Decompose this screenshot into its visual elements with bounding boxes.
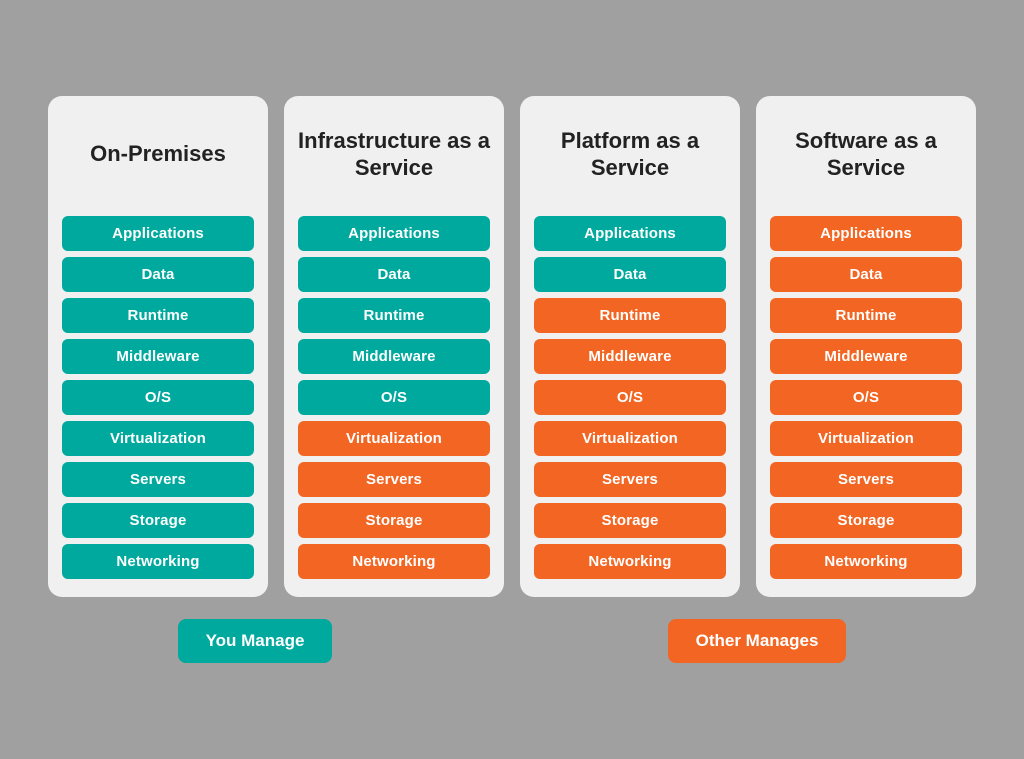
item-on-premises-3: Middleware [62,339,254,374]
item-on-premises-4: O/S [62,380,254,415]
item-paas-6: Servers [534,462,726,497]
item-paas-4: O/S [534,380,726,415]
item-iaas-6: Servers [298,462,490,497]
you-manage-legend: You Manage [178,619,333,663]
item-saas-6: Servers [770,462,962,497]
item-saas-1: Data [770,257,962,292]
item-paas-8: Networking [534,544,726,579]
item-iaas-4: O/S [298,380,490,415]
item-paas-0: Applications [534,216,726,251]
columns-row: On-Premises Applications Data Runtime Middle… [20,96,1004,597]
item-iaas-2: Runtime [298,298,490,333]
item-iaas-7: Storage [298,503,490,538]
item-on-premises-7: Storage [62,503,254,538]
item-paas-7: Storage [534,503,726,538]
column-iaas: Infrastructure as a Service Applications D… [284,96,504,597]
item-paas-1: Data [534,257,726,292]
item-saas-5: Virtualization [770,421,962,456]
column-on-premises: On-Premises Applications Data Runtime Middle… [48,96,268,597]
item-iaas-5: Virtualization [298,421,490,456]
item-saas-2: Runtime [770,298,962,333]
item-iaas-0: Applications [298,216,490,251]
item-on-premises-5: Virtualization [62,421,254,456]
item-paas-5: Virtualization [534,421,726,456]
item-saas-4: O/S [770,380,962,415]
items-list-on-premises: Applications Data Runtime Middleware O/S Virt… [62,216,254,579]
items-list-iaas: Applications Data Runtime Middleware O/S Virt… [298,216,490,579]
item-paas-2: Runtime [534,298,726,333]
item-saas-8: Networking [770,544,962,579]
column-title-saas: Software as a Service [770,114,962,194]
other-manages-legend: Other Manages [668,619,847,663]
column-title-iaas: Infrastructure as a Service [298,114,490,194]
column-title-on-premises: On-Premises [90,114,226,194]
column-title-paas: Platform as a Service [534,114,726,194]
item-on-premises-1: Data [62,257,254,292]
item-iaas-1: Data [298,257,490,292]
column-paas: Platform as a Service Applications Data Run… [520,96,740,597]
item-iaas-8: Networking [298,544,490,579]
item-on-premises-2: Runtime [62,298,254,333]
item-on-premises-6: Servers [62,462,254,497]
item-on-premises-0: Applications [62,216,254,251]
item-saas-0: Applications [770,216,962,251]
legend-row: You Manage Other Manages [20,619,1004,663]
main-container: On-Premises Applications Data Runtime Middle… [20,96,1004,663]
item-saas-7: Storage [770,503,962,538]
items-list-paas: Applications Data Runtime Middleware O/S Virt… [534,216,726,579]
column-saas: Software as a Service Applications Data Run… [756,96,976,597]
items-list-saas: Applications Data Runtime Middleware O/S Virt… [770,216,962,579]
item-paas-3: Middleware [534,339,726,374]
item-iaas-3: Middleware [298,339,490,374]
item-on-premises-8: Networking [62,544,254,579]
item-saas-3: Middleware [770,339,962,374]
